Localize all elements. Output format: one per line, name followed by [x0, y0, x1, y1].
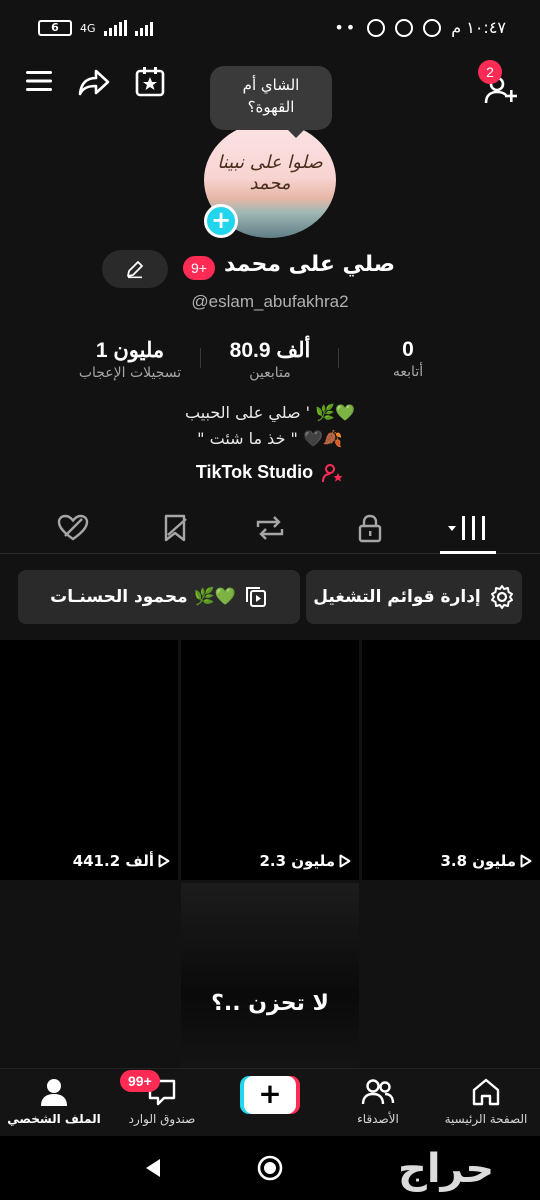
lock-icon	[358, 514, 382, 543]
status-bar: 6 4G •• ١٠:٤٧ م	[0, 0, 540, 58]
grid-videos-icon	[448, 516, 485, 540]
stat-divider	[338, 348, 339, 368]
video-overlay-text: لا تحزن ..؟	[211, 991, 329, 1016]
nav-friends[interactable]: الأصدقاء	[324, 1077, 432, 1126]
view-count-value: 3.8 مليون	[440, 852, 516, 870]
stat-likes[interactable]: 1 مليون تسجيلات الإعجاب	[60, 338, 200, 381]
tab-videos[interactable]	[440, 510, 496, 546]
notifications-badge: 9+	[183, 256, 215, 280]
user-star-icon	[322, 464, 343, 483]
heart-hidden-icon	[57, 514, 89, 541]
avatar-caption: صلوا على نبينا محمد	[217, 152, 323, 194]
friend-requests-badge: 2	[478, 60, 502, 84]
status-dots: ••	[334, 18, 358, 37]
signal-icon-2	[134, 20, 153, 36]
friends-icon	[361, 1079, 395, 1105]
video-tile[interactable]: 441.2 ألف	[0, 640, 178, 880]
signal-icon	[103, 20, 127, 36]
messenger-icon	[395, 18, 414, 37]
nav-inbox-label: صندوق الوارد	[128, 1112, 196, 1126]
content-tabs	[0, 502, 540, 554]
likes-label: تسجيلات الإعجاب	[78, 365, 182, 381]
stat-divider	[200, 348, 201, 368]
tiktok-studio-link[interactable]: TikTok Studio	[0, 462, 540, 483]
nav-profile[interactable]: الملف الشخصي	[0, 1077, 108, 1126]
gear-icon	[490, 585, 513, 609]
nav-home[interactable]: الصفحة الرئيسية	[432, 1077, 540, 1126]
network-type: 4G	[80, 21, 96, 35]
following-count: 0	[402, 338, 414, 361]
system-nav-bar: حراج	[0, 1136, 540, 1200]
followers-count: 80.9 ألف	[229, 339, 311, 362]
haraj-watermark: حراج	[398, 1146, 496, 1192]
followers-label: متابعين	[249, 365, 291, 381]
likes-count: 1 مليون	[95, 339, 165, 362]
add-story-icon[interactable]: +	[204, 204, 238, 238]
view-count-value: 441.2 ألف	[72, 852, 154, 870]
video-grid: 441.2 ألف 2.3 مليون 3.8 مليون لا تحزن ..…	[0, 640, 540, 1068]
tab-liked[interactable]	[48, 510, 98, 546]
tiktok-studio-label: TikTok Studio	[195, 462, 314, 482]
edit-profile-button[interactable]	[102, 250, 168, 288]
inbox-badge: 99+	[120, 1070, 160, 1092]
stat-followers[interactable]: 80.9 ألف متابعين	[210, 338, 330, 381]
nav-home-label: الصفحة الرئيسية	[444, 1112, 528, 1126]
view-count: 441.2 ألف	[73, 852, 170, 870]
bio: صلي على الحبيب ' 🌿💚 " خذ ما شئت " 🖤🍂	[0, 400, 540, 452]
playlist-label: محمود الحسنـات 🌿💚	[50, 587, 236, 607]
play-icon	[520, 854, 532, 868]
video-tile[interactable]: 2.3 مليون	[181, 640, 359, 880]
clock: ١٠:٤٧ م	[451, 18, 506, 37]
view-count: 3.8 مليون	[440, 852, 532, 870]
menu-icon[interactable]	[22, 64, 56, 98]
nav-friends-label: الأصدقاء	[357, 1112, 399, 1126]
status-left: 6 4G	[38, 20, 153, 36]
tab-reposts[interactable]	[245, 510, 295, 546]
play-icon	[339, 854, 351, 868]
playlist-icon	[245, 587, 266, 607]
active-tab-indicator	[440, 551, 496, 554]
create-button[interactable]: +	[240, 1076, 300, 1114]
manage-playlists-label: إدارة قوائم التشغيل	[313, 587, 481, 607]
plus-icon: +	[244, 1076, 296, 1114]
bookmark-hidden-icon	[164, 514, 187, 542]
battery-icon: 6	[38, 20, 72, 36]
share-icon[interactable]	[76, 64, 112, 100]
play-icon	[158, 854, 170, 868]
manage-playlists-button[interactable]: إدارة قوائم التشغيل	[306, 570, 522, 624]
pencil-icon	[127, 261, 143, 279]
view-count-value: 2.3 مليون	[259, 852, 335, 870]
back-icon[interactable]	[142, 1156, 164, 1180]
stat-following[interactable]: 0 أتابعه	[360, 338, 456, 380]
opera-icon	[367, 18, 386, 37]
note-bubble[interactable]: الشاي أم القهوة؟	[210, 66, 332, 138]
tab-saved[interactable]	[150, 510, 200, 546]
following-label: أتابعه	[392, 364, 424, 380]
note-text: الشاي أم القهوة؟	[242, 76, 300, 116]
bio-line-1: صلي على الحبيب ' 🌿💚	[184, 403, 355, 422]
home-icon	[472, 1078, 500, 1106]
status-right: •• ١٠:٤٧ م	[334, 18, 506, 37]
add-friend-icon[interactable]: 2	[478, 60, 520, 108]
calendar-star-icon[interactable]	[132, 64, 168, 100]
video-tile[interactable]: 3.8 مليون	[362, 640, 540, 880]
repost-icon	[256, 516, 284, 540]
username[interactable]: @eslam_abufakhra2	[0, 292, 540, 312]
tab-private[interactable]	[345, 510, 395, 546]
profile-name: صلي على محمد	[224, 252, 396, 277]
profile-icon	[41, 1079, 67, 1106]
view-count: 2.3 مليون	[259, 852, 351, 870]
home-circle-icon[interactable]	[256, 1154, 284, 1182]
playlist-button[interactable]: محمود الحسنـات 🌿💚	[18, 570, 300, 624]
video-tile[interactable]: لا تحزن ..؟	[181, 883, 359, 1068]
whatsapp-icon	[423, 18, 442, 37]
nav-profile-label: الملف الشخصي	[7, 1112, 101, 1126]
bio-line-2: " خذ ما شئت " 🖤🍂	[197, 429, 343, 448]
